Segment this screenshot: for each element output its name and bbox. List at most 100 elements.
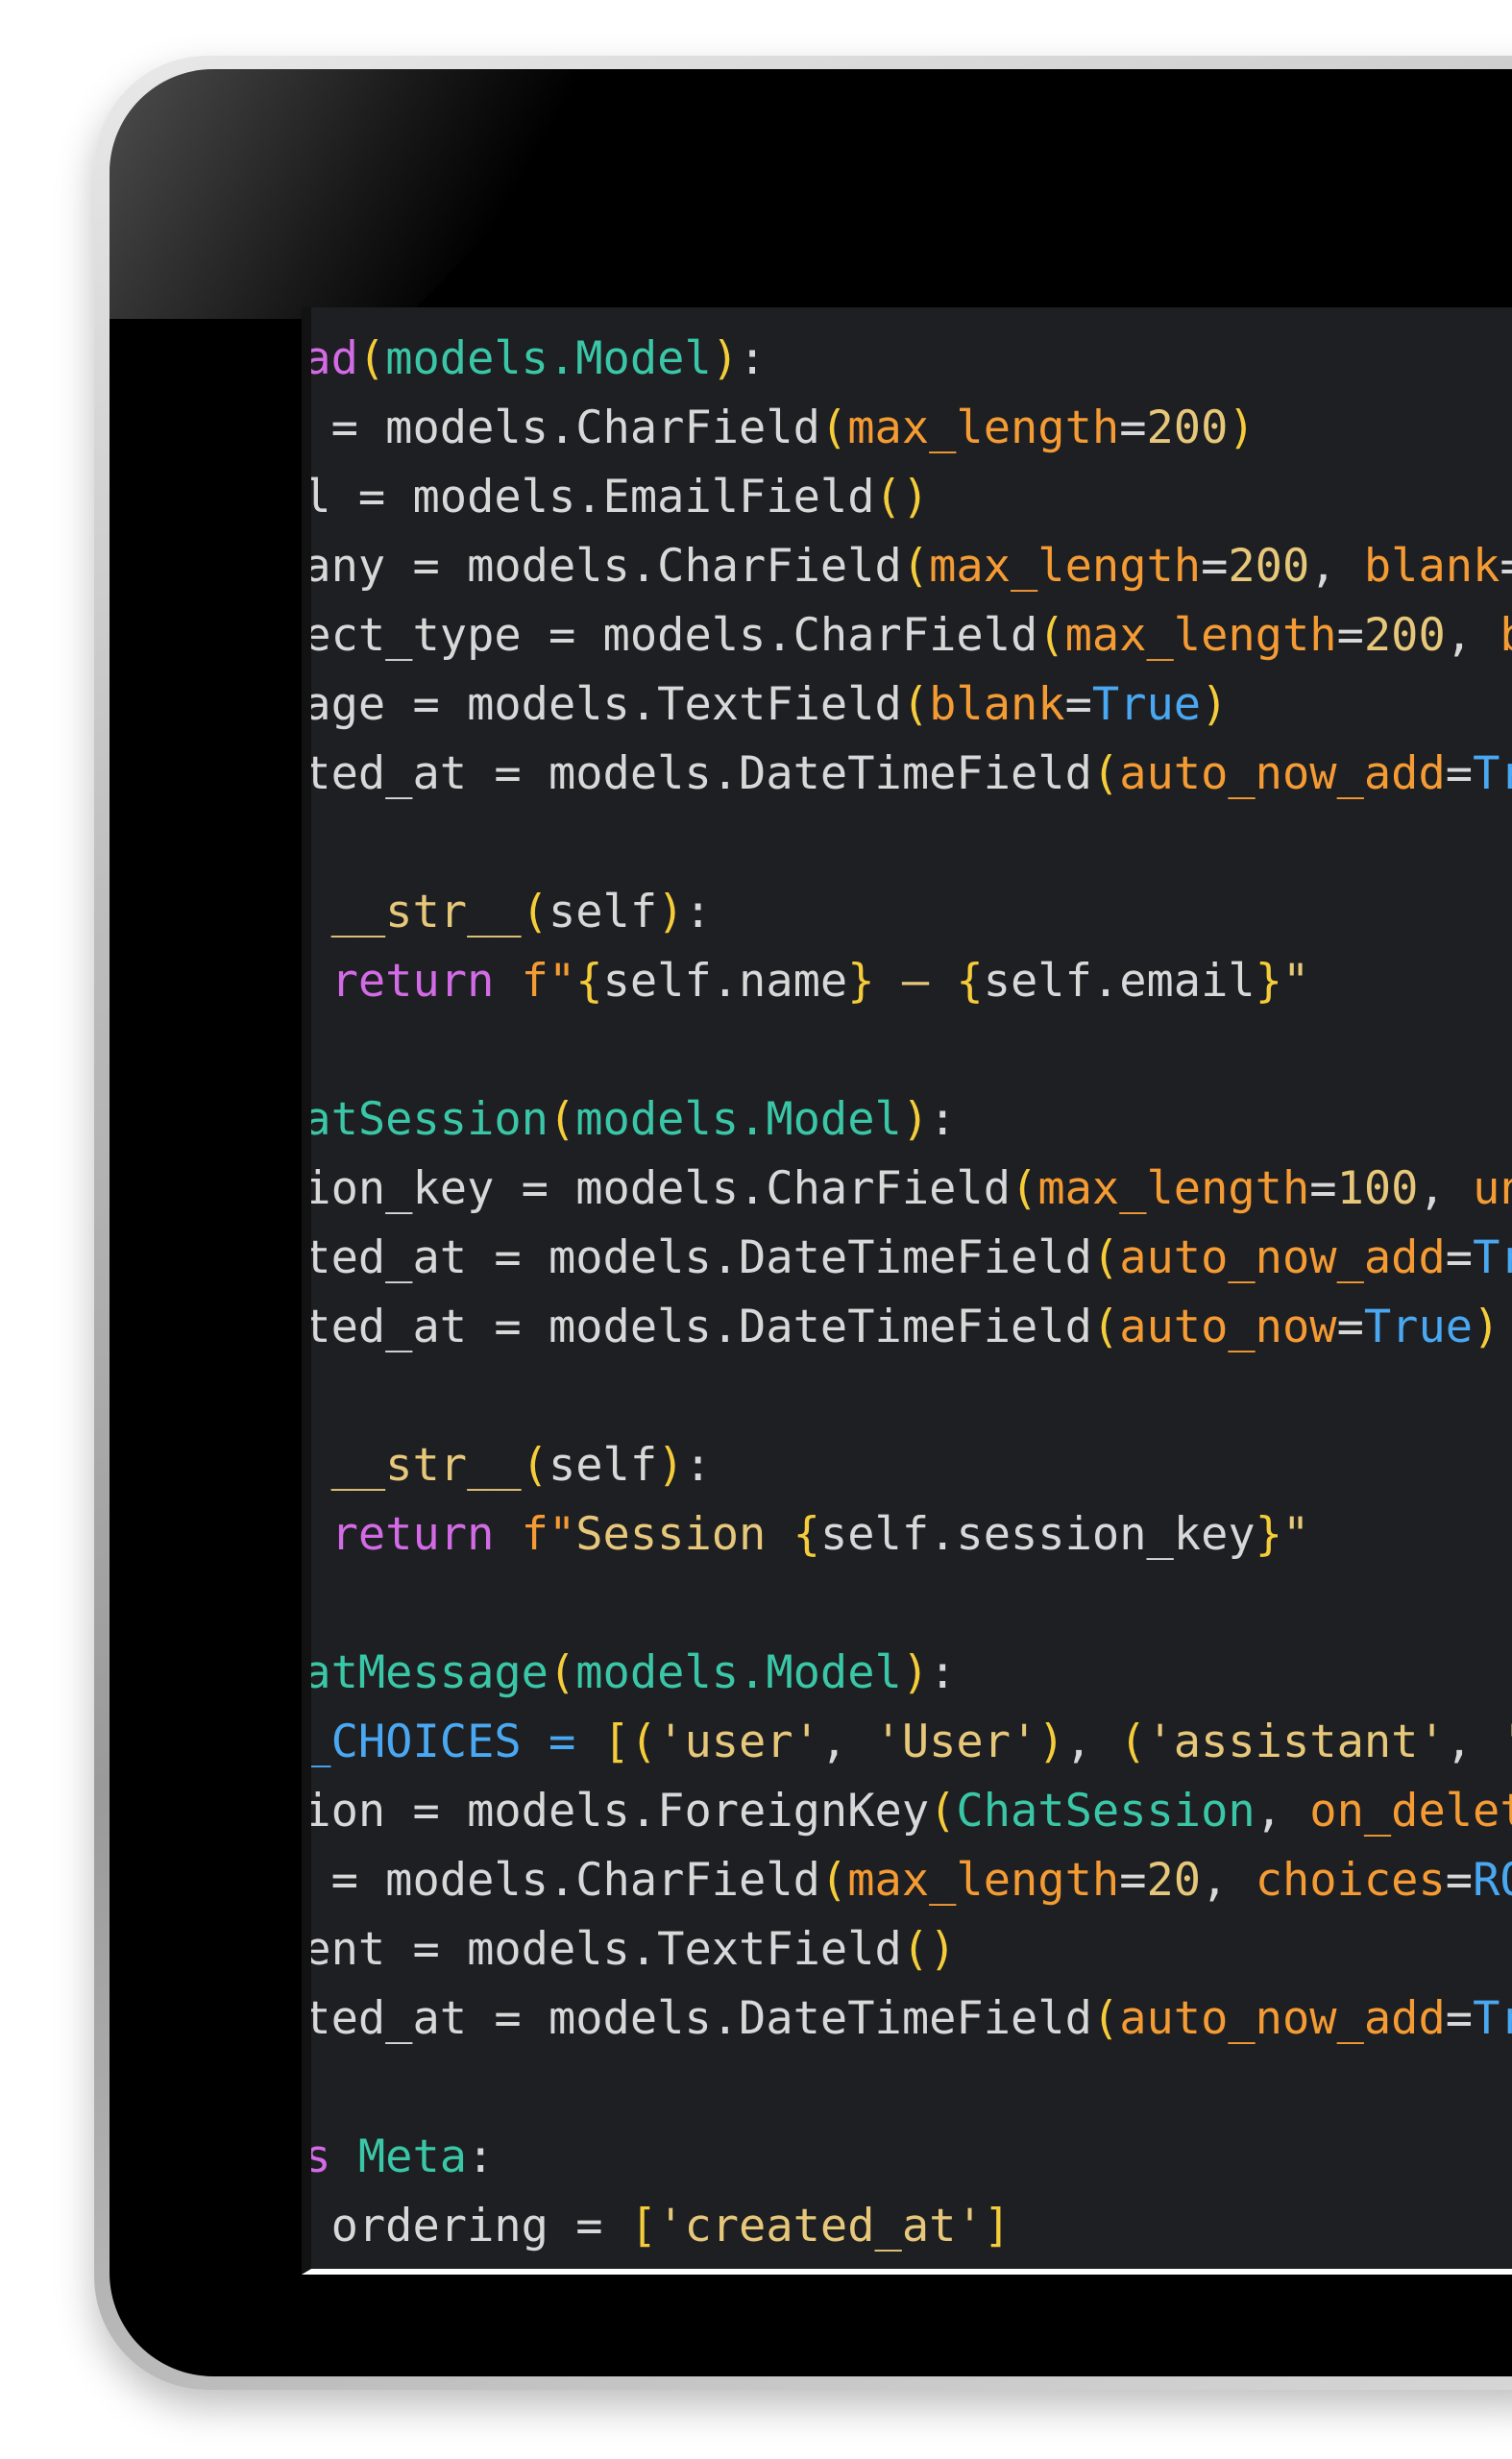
code-token: auto_now_add: [1119, 1992, 1446, 2045]
code-token: 'assistant': [1146, 1716, 1446, 1768]
code-token: bla: [1500, 609, 1512, 662]
code-token: True: [1473, 1992, 1512, 2045]
code-token: (: [521, 1439, 549, 1492]
code-token: =: [1119, 1854, 1147, 1907]
code-token: ,: [1418, 1162, 1474, 1215]
code-token: blank: [1363, 540, 1500, 593]
code-line[interactable]: sion_key = models.CharField(max_length=1…: [311, 1155, 1512, 1224]
code-token: (: [1091, 1301, 1120, 1353]
code-token: (: [548, 1646, 576, 1699]
code-token: ject_type = models.CharField: [302, 609, 1038, 662]
code-token: (: [819, 402, 848, 454]
code-token: e = models.CharField: [302, 1854, 820, 1907]
code-line[interactable]: ordering = ['created_at']: [302, 2192, 1512, 2261]
code-token: (: [929, 1785, 957, 1838]
code-token: auto_now_add: [1119, 1231, 1446, 1284]
code-token: sage = models.TextField: [302, 678, 902, 731]
code-line[interactable]: return f"Session {self.session_key}": [311, 1500, 1512, 1570]
code-line[interactable]: __str__(self):: [311, 878, 1512, 947]
code-token: Meta: [357, 2130, 468, 2183]
code-line[interactable]: e = models.CharField(max_length=200): [311, 394, 1512, 463]
code-token: 'user': [657, 1716, 820, 1768]
code-token: :: [467, 2130, 495, 2183]
code-line[interactable]: ated_at = models.DateTimeField(auto_now=…: [311, 1293, 1512, 1362]
code-line[interactable]: E_CHOICES = [('user', 'User'), ('assista…: [311, 1708, 1512, 1777]
code-token: f": [521, 955, 576, 1008]
code-line[interactable]: ss Meta:: [304, 2123, 1512, 2192]
code-token: __str__: [330, 886, 522, 938]
code-token: 200: [1363, 609, 1446, 662]
code-token: (: [819, 1854, 848, 1907]
code-token: 100: [1336, 1162, 1419, 1215]
code-line[interactable]: ject_type = models.CharField(max_length=…: [302, 601, 1512, 670]
code-token: True: [1363, 1301, 1474, 1353]
code-token: [: [629, 2200, 658, 2252]
code-editor-screen[interactable]: ead(models.Model):e = models.CharField(m…: [302, 307, 1512, 2275]
code-line[interactable]: tent = models.TextField(): [311, 1915, 1512, 1984]
code-token: {: [793, 1508, 820, 1561]
code-token: models.Model: [575, 1646, 902, 1699]
code-token: {: [575, 955, 603, 1008]
code-token: :: [739, 332, 767, 385]
code-token: :: [929, 1093, 957, 1146]
code-line[interactable]: [311, 1016, 1512, 1085]
code-line[interactable]: ead(models.Model):: [304, 325, 1512, 394]
code-token: (): [901, 1923, 957, 1976]
code-line[interactable]: pany = models.CharField(max_length=200, …: [302, 532, 1512, 601]
code-token: =: [1445, 1854, 1474, 1907]
code-token: self: [548, 886, 658, 938]
code-token: blank: [929, 678, 1065, 731]
code-token: (: [1091, 1992, 1120, 2045]
code-token: on_delete: [1309, 1785, 1512, 1838]
code-token: auto_now_add: [1119, 747, 1446, 800]
code-token: (: [1037, 609, 1065, 662]
code-token: choices: [1255, 1854, 1446, 1907]
code-token: ,: [1445, 1716, 1500, 1768]
code-line[interactable]: ated_at = models.DateTimeField(auto_now_…: [311, 1984, 1512, 2054]
code-token: (: [357, 332, 386, 385]
code-token: ): [901, 1093, 930, 1146]
code-line[interactable]: [311, 809, 1512, 878]
code-line[interactable]: ated_at = models.DateTimeField(auto_now_…: [302, 1224, 1512, 1293]
code-token: }: [847, 955, 875, 1008]
code-token: ated_at = models.DateTimeField: [302, 1231, 1092, 1284]
code-token: ): [1473, 1301, 1500, 1353]
code-token: ss: [304, 2130, 331, 2183]
code-token: =: [1309, 1162, 1337, 1215]
code-token: :: [684, 886, 712, 938]
code-token: ead: [304, 332, 358, 385]
code-token: 'As: [1500, 1716, 1512, 1768]
code-token: return: [330, 955, 495, 1008]
code-token: return: [330, 1508, 495, 1561]
code-line[interactable]: return f"{self.name} — {self.email}": [311, 947, 1512, 1016]
code-token: :: [684, 1439, 712, 1492]
code-line[interactable]: sage = models.TextField(blank=True): [302, 670, 1512, 740]
code-token: ): [1037, 1716, 1065, 1768]
code-token: (: [548, 1093, 576, 1146]
code-line[interactable]: hatMessage(models.Model):: [311, 1639, 1512, 1708]
code-line[interactable]: __str__(self):: [311, 1431, 1512, 1500]
code-token: ): [711, 332, 740, 385]
code-token: pany = models.CharField: [302, 540, 902, 593]
code-line[interactable]: ated_at = models.DateTimeField(auto_now_…: [302, 740, 1512, 809]
code-token: —: [874, 955, 957, 1008]
code-token: (: [1119, 1716, 1147, 1768]
code-token: }: [1255, 955, 1282, 1008]
code-token: (: [901, 678, 930, 731]
code-line[interactable]: [311, 2054, 1512, 2123]
code-line[interactable]: il = models.EmailField(): [311, 463, 1512, 532]
code-line[interactable]: hatSession(models.Model):: [311, 1085, 1512, 1155]
code-token: __str__: [330, 1439, 522, 1492]
code-token: ordering =: [302, 2200, 630, 2252]
code-line[interactable]: [311, 1362, 1512, 1431]
code-token: ated_at = models.DateTimeField: [302, 747, 1092, 800]
code-line[interactable]: e = models.CharField(max_length=20, choi…: [302, 1846, 1512, 1915]
code-block[interactable]: ead(models.Model):e = models.CharField(m…: [302, 325, 1512, 2261]
code-token: ,: [1255, 1785, 1310, 1838]
code-line[interactable]: sion = models.ForeignKey(ChatSession, on…: [311, 1777, 1512, 1846]
code-token: models.Model: [385, 332, 712, 385]
code-line[interactable]: [311, 1570, 1512, 1639]
code-token: =: [1064, 678, 1092, 731]
code-token: ): [657, 1439, 685, 1492]
code-token: (): [874, 471, 930, 523]
